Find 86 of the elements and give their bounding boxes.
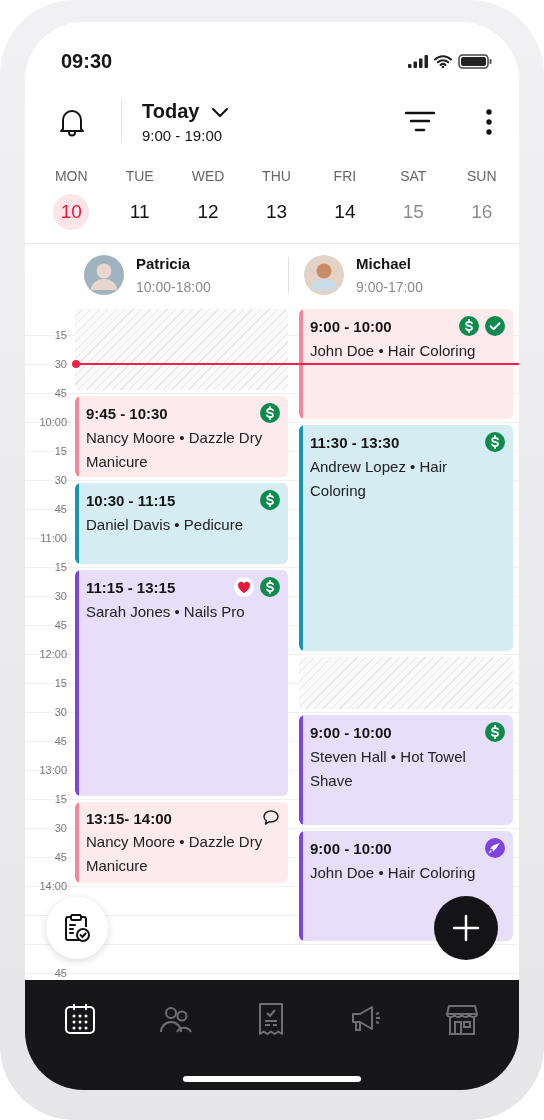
dollar-icon: [260, 403, 280, 423]
notification-bell-icon[interactable]: [59, 107, 85, 137]
signal-icon: [408, 54, 428, 68]
clipboard-check-icon[interactable]: [63, 913, 91, 943]
date-range-title[interactable]: Today: [142, 100, 200, 123]
weekday-label: TUE: [125, 168, 154, 184]
store-icon[interactable]: [445, 1002, 479, 1036]
dollar-icon: [485, 432, 505, 452]
weekday-label: WED: [191, 168, 225, 184]
weekday-label: SUN: [466, 168, 497, 184]
plus-icon[interactable]: [452, 914, 480, 942]
filter-icon[interactable]: [405, 111, 435, 133]
time-label: 45: [54, 734, 68, 748]
staff-hours: 9:00-17:00: [356, 279, 423, 295]
staff-name: Michael: [356, 255, 413, 272]
time-label: 11:00: [40, 531, 68, 545]
staff-hours: 10:00-18:00: [136, 279, 211, 295]
time-label: 12:00: [39, 647, 68, 661]
date-item[interactable]: 13: [258, 194, 295, 230]
avatar: [304, 255, 344, 295]
appointment-details: John Doe • Hair Coloring: [310, 341, 477, 361]
time-label: 30: [54, 589, 68, 603]
weekday-label: MON: [54, 168, 88, 184]
appointment-time: 9:00 - 10:00: [310, 839, 392, 857]
time-label: 45: [54, 850, 68, 864]
chevron-down-icon[interactable]: [211, 105, 230, 118]
appointment-card[interactable]: 11:30 - 13:30 Andrew Lopez • Hair Coloring: [299, 425, 513, 651]
appointment-time: 9:00 - 10:00: [310, 317, 392, 335]
appointment-time: 11:30 - 13:30: [310, 433, 400, 451]
time-label: 15: [54, 444, 68, 458]
time-label: 15: [54, 560, 68, 574]
speech-bubble-icon: [262, 809, 280, 827]
battery-icon: [458, 53, 492, 69]
date-item[interactable]: 14: [326, 194, 363, 230]
time-label: 15: [54, 676, 68, 690]
weekday-label: SAT: [400, 168, 427, 184]
time-label: 15: [54, 792, 68, 806]
time-label: 45: [54, 966, 68, 980]
status-time: 09:30: [61, 49, 113, 73]
appointment-details: Andrew Lopez • Hair Coloring: [310, 457, 448, 501]
calendar-icon[interactable]: [63, 1002, 97, 1036]
date-item[interactable]: 11: [121, 194, 158, 230]
time-label: 14:00: [39, 879, 68, 893]
working-hours: 9:00 - 19:00: [142, 127, 224, 144]
weekday-label: THU: [262, 168, 291, 184]
appointment-details: Daniel Davis • Pedicure: [86, 515, 244, 535]
checkmark-icon: [485, 316, 505, 336]
dollar-icon: [260, 577, 280, 597]
wifi-icon: [434, 54, 452, 68]
appointment-details: Steven Hall • Hot Towel Shave: [310, 747, 467, 791]
staff-name: Patricia: [136, 255, 192, 272]
appointment-time: 10:30 - 11:15: [86, 491, 176, 509]
appointment-card[interactable]: 10:30 - 11:15 Daniel Davis • Pedicure: [75, 483, 288, 564]
avatar: [84, 255, 124, 295]
time-label: 30: [54, 473, 68, 487]
date-item[interactable]: 10: [53, 194, 90, 230]
appointment-time: 9:45 - 10:30: [86, 404, 168, 422]
time-label: 30: [54, 705, 68, 719]
time-label: 30: [54, 357, 68, 371]
time-label: 30: [54, 821, 68, 835]
checklist-button[interactable]: [46, 897, 108, 959]
appointment-time: 9:00 - 10:00: [310, 723, 392, 741]
date-item[interactable]: 12: [190, 194, 227, 230]
dollar-icon: [485, 722, 505, 742]
more-options-icon[interactable]: [485, 109, 493, 135]
appointment-details: Sarah Jones • Nails Pro: [86, 602, 246, 622]
dollar-icon: [459, 316, 479, 336]
appointment-card[interactable]: 13:15- 14:00 Nancy Moore • Dazzle Dry Manicure: [75, 802, 288, 883]
appointment-details: Nancy Moore • Dazzle Dry Manicure: [86, 428, 264, 472]
appointment-time: 11:15 - 13:15: [86, 578, 176, 596]
time-label: 45: [54, 502, 68, 516]
time-label: 15: [54, 328, 68, 342]
appointment-card[interactable]: 11:15 - 13:15 Sarah Jones • Nails Pro: [75, 570, 288, 796]
appointment-details: Nancy Moore • Dazzle Dry Manicure: [86, 832, 264, 876]
weekday-label: FRI: [333, 168, 357, 184]
rocket-icon: [485, 838, 505, 858]
time-label: 10:00: [39, 415, 68, 429]
appointment-card[interactable]: 9:45 - 10:30 Nancy Moore • Dazzle Dry Manicure: [75, 396, 288, 477]
appointment-details: John Doe • Hair Coloring: [310, 863, 477, 883]
appointment-card[interactable]: 9:00 - 10:00 John Doe • Hair Coloring: [299, 309, 513, 419]
dollar-icon: [260, 490, 280, 510]
time-label: 45: [54, 386, 68, 400]
time-label: 13:00: [39, 763, 68, 777]
time-label: 45: [54, 618, 68, 632]
appointment-card[interactable]: 9:00 - 10:00 Steven Hall • Hot Towel Shave: [299, 715, 513, 825]
appointment-time: 13:15- 14:00: [86, 809, 172, 827]
